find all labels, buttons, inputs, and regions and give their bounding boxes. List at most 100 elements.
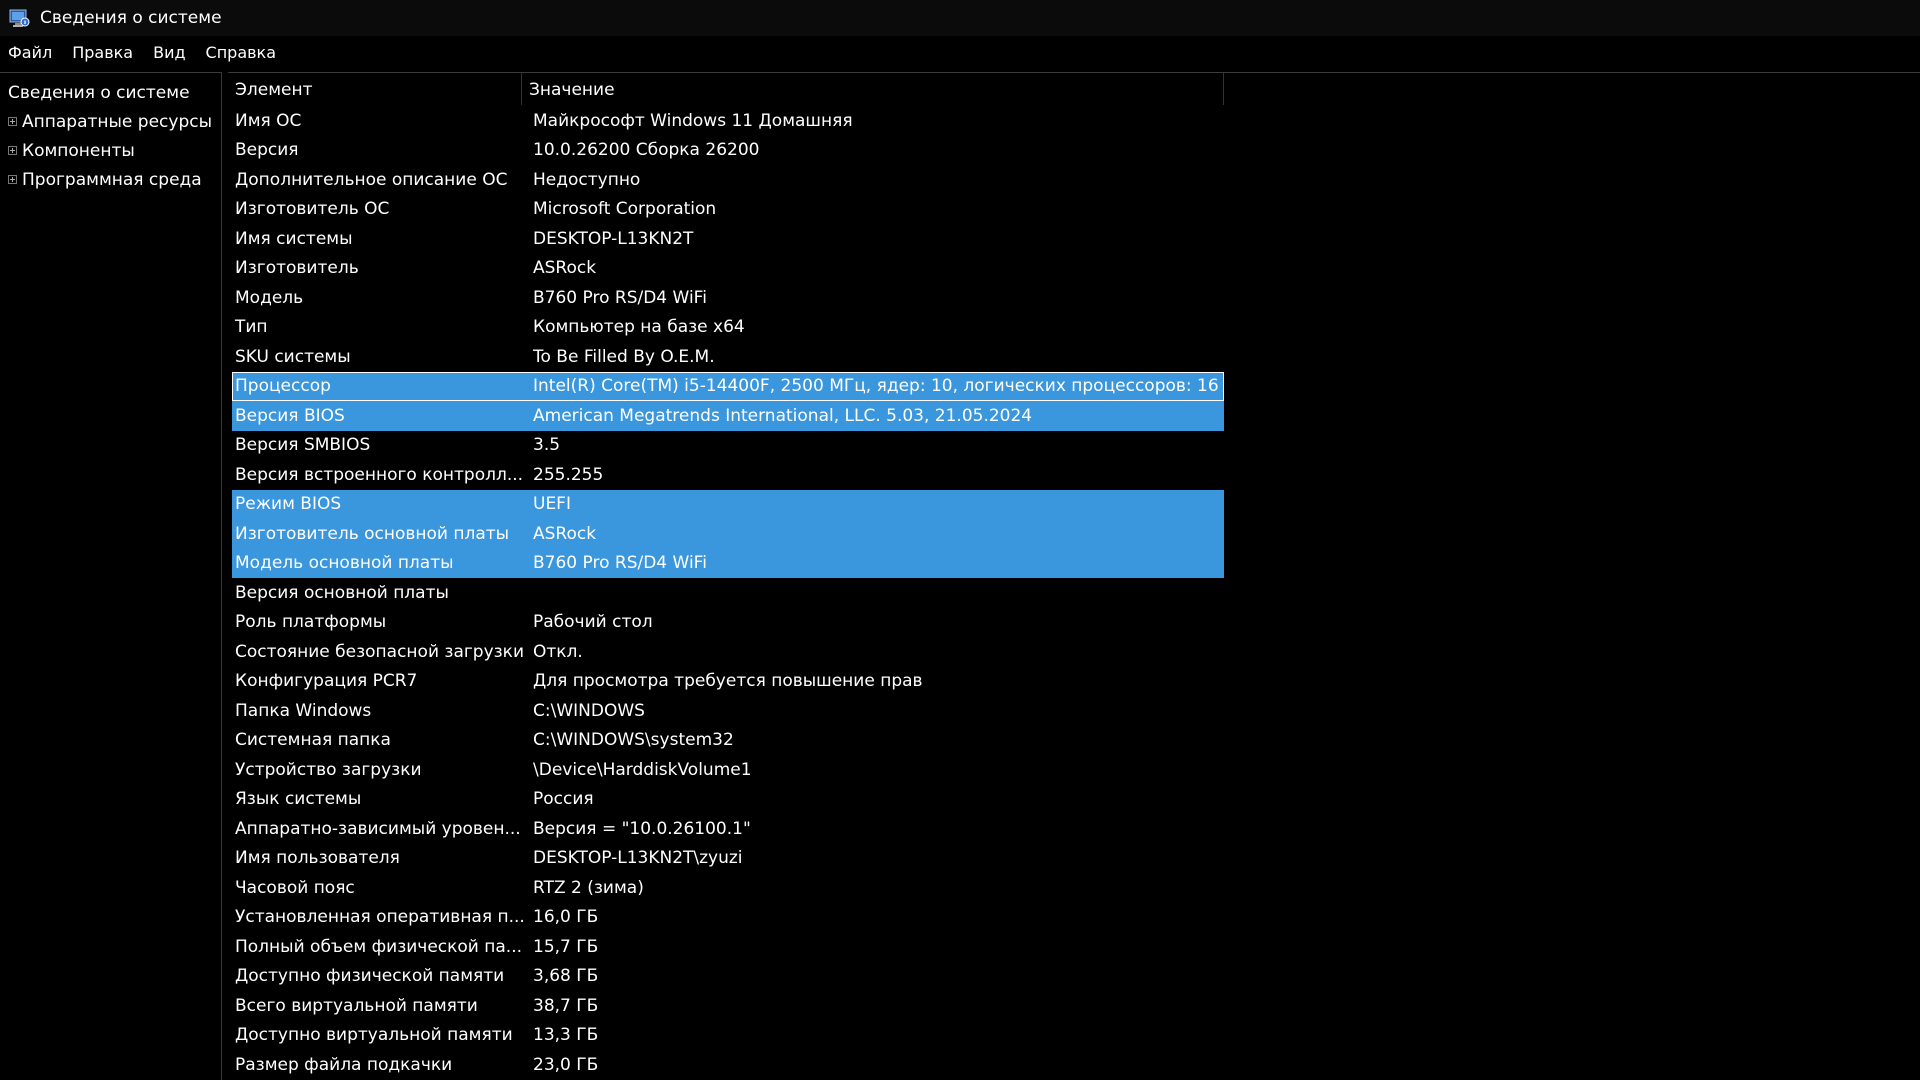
table-row[interactable]: Размер файла подкачки 23,0 ГБ [232, 1050, 1224, 1080]
menu-help[interactable]: Справка [198, 43, 287, 62]
table-row[interactable]: Версия BIOS American Megatrends Internati… [232, 401, 1224, 431]
row-element-name: Конфигурация PCR7 [235, 671, 418, 692]
row-element-name: Роль платформы [235, 612, 387, 633]
row-element-name: Часовой пояс [235, 877, 355, 898]
row-value: 16,0 ГБ [533, 907, 599, 928]
table-row[interactable]: Изготовитель основной платы ASRock [232, 519, 1224, 549]
row-element-name: Язык системы [235, 789, 362, 810]
row-element-name: Модель основной платы [235, 553, 454, 574]
tree-item-software-environment[interactable]: Программная среда [8, 165, 221, 194]
row-value: ASRock [533, 258, 597, 279]
row-element-name: Изготовитель основной платы [235, 523, 510, 544]
row-value: C:\WINDOWS\system32 [533, 730, 734, 751]
row-value: UEFI [533, 494, 571, 515]
row-value: Рабочий стол [533, 612, 653, 633]
table-row[interactable]: Версия основной платы [232, 578, 1224, 608]
row-element-name: Тип [235, 317, 268, 338]
row-value: \Device\HarddiskVolume1 [533, 759, 752, 780]
row-value: DESKTOP-L13KN2T\zyuzi [533, 848, 743, 869]
table-row[interactable]: Устройство загрузки \Device\HarddiskVolum… [232, 755, 1224, 785]
row-element-name: Устройство загрузки [235, 759, 422, 780]
table-row[interactable]: Тип Компьютер на базе x64 [232, 313, 1224, 343]
details-list: Элемент Значение Имя ОС Майкрософт Window… [228, 72, 1920, 1080]
column-header-element[interactable]: Элемент [228, 73, 522, 105]
row-element-name: Процессор [235, 376, 331, 397]
expand-icon[interactable] [8, 146, 17, 155]
row-element-name: Полный объем физической па... [235, 936, 523, 957]
table-row[interactable]: Аппаратно-зависимый уровен... Версия = "1… [232, 814, 1224, 844]
table-row[interactable]: Состояние безопасной загрузки Откл. [232, 637, 1224, 667]
row-element-name: Аппаратно-зависимый уровен... [235, 818, 521, 839]
table-row[interactable]: Изготовитель ASRock [232, 254, 1224, 284]
table-row[interactable]: Процессор Intel(R) Core(TM) i5-14400F, 25… [232, 371, 1224, 401]
table-row[interactable]: Установленная оперативная п... 16,0 ГБ [232, 903, 1224, 933]
expand-icon[interactable] [8, 117, 17, 126]
menu-view[interactable]: Вид [145, 43, 195, 62]
row-element-name: Имя ОС [235, 110, 302, 131]
tree-item-hardware-resources[interactable]: Аппаратные ресурсы [8, 107, 221, 136]
table-row[interactable]: Версия SMBIOS 3.5 [232, 431, 1224, 461]
row-value: Для просмотра требуется повышение прав [533, 671, 923, 692]
row-value: 23,0 ГБ [533, 1054, 599, 1075]
row-value: C:\WINDOWS [533, 700, 645, 721]
table-row[interactable]: Имя системы DESKTOP-L13KN2T [232, 224, 1224, 254]
table-row[interactable]: Версия встроенного контролл... 255.255 [232, 460, 1224, 490]
row-element-name: Версия встроенного контролл... [235, 464, 524, 485]
table-row[interactable]: Версия 10.0.26200 Сборка 26200 [232, 136, 1224, 166]
expand-icon[interactable] [8, 175, 17, 184]
row-element-name: Изготовитель ОС [235, 199, 390, 220]
row-element-name: Системная папка [235, 730, 391, 751]
menu-file[interactable]: Файл [0, 43, 62, 62]
row-value: 13,3 ГБ [533, 1025, 599, 1046]
table-row[interactable]: Модель B760 Pro RS/D4 WiFi [232, 283, 1224, 313]
row-value: 15,7 ГБ [533, 936, 599, 957]
table-row[interactable]: Доступно физической памяти 3,68 ГБ [232, 962, 1224, 992]
tree-item-components[interactable]: Компоненты [8, 136, 221, 165]
row-element-name: Установленная оперативная п... [235, 907, 525, 928]
row-element-name: Состояние безопасной загрузки [235, 641, 524, 662]
table-row[interactable]: Часовой пояс RTZ 2 (зима) [232, 873, 1224, 903]
menu-bar: Файл Правка Вид Справка [0, 36, 1920, 68]
table-row[interactable]: Полный объем физической па... 15,7 ГБ [232, 932, 1224, 962]
row-value: Intel(R) Core(TM) i5-14400F, 2500 МГц, я… [533, 376, 1219, 397]
row-element-name: Изготовитель [235, 258, 359, 279]
list-header: Элемент Значение [228, 73, 1224, 105]
row-element-name: Модель [235, 287, 304, 308]
row-value: B760 Pro RS/D4 WiFi [533, 287, 707, 308]
row-value: 38,7 ГБ [533, 995, 599, 1016]
table-row[interactable]: Всего виртуальной памяти 38,7 ГБ [232, 991, 1224, 1021]
column-header-value[interactable]: Значение [522, 73, 1224, 105]
table-row[interactable]: Модель основной платы B760 Pro RS/D4 WiFi [232, 548, 1224, 578]
table-row[interactable]: Язык системы Россия [232, 785, 1224, 815]
table-row[interactable]: Папка Windows C:\WINDOWS [232, 696, 1224, 726]
tree-item-label: Аппаратные ресурсы [22, 111, 213, 132]
table-row[interactable]: Изготовитель ОС Microsoft Corporation [232, 195, 1224, 225]
category-tree: Сведения о системе Аппаратные ресурсы Ко… [0, 72, 222, 1080]
tree-root-system-summary[interactable]: Сведения о системе [8, 79, 221, 107]
row-element-name: Версия [235, 140, 299, 161]
table-row[interactable]: Доступно виртуальной памяти 13,3 ГБ [232, 1021, 1224, 1051]
row-value: DESKTOP-L13KN2T [533, 228, 694, 249]
table-row[interactable]: Имя пользователя DESKTOP-L13KN2T\zyuzi [232, 844, 1224, 874]
row-element-name: SKU системы [235, 346, 351, 367]
row-value: 3.5 [533, 435, 561, 456]
table-row[interactable]: SKU системы To Be Filled By O.E.M. [232, 342, 1224, 372]
table-row[interactable]: Режим BIOS UEFI [232, 489, 1224, 519]
table-row[interactable]: Конфигурация PCR7 Для просмотра требуется… [232, 667, 1224, 697]
row-value: Майкрософт Windows 11 Домашняя [533, 110, 853, 131]
table-row[interactable]: Дополнительное описание ОС Недоступно [232, 165, 1224, 195]
row-element-name: Всего виртуальной памяти [235, 995, 478, 1016]
row-element-name: Доступно виртуальной памяти [235, 1025, 513, 1046]
menu-edit[interactable]: Правка [64, 43, 143, 62]
title-bar: Сведения о системе [0, 0, 1920, 36]
table-row[interactable]: Имя ОС Майкрософт Windows 11 Домашняя [232, 106, 1224, 136]
row-element-name: Папка Windows [235, 700, 372, 721]
row-value: Недоступно [533, 169, 641, 190]
table-row[interactable]: Системная папка C:\WINDOWS\system32 [232, 726, 1224, 756]
table-row[interactable]: Роль платформы Рабочий стол [232, 608, 1224, 638]
row-value: American Megatrends International, LLC. … [533, 405, 1033, 426]
system-info-icon [8, 7, 30, 29]
row-value: ASRock [533, 523, 597, 544]
row-value: B760 Pro RS/D4 WiFi [533, 553, 707, 574]
list-rows: Имя ОС Майкрософт Windows 11 Домашняя Верс… [232, 106, 1224, 1080]
